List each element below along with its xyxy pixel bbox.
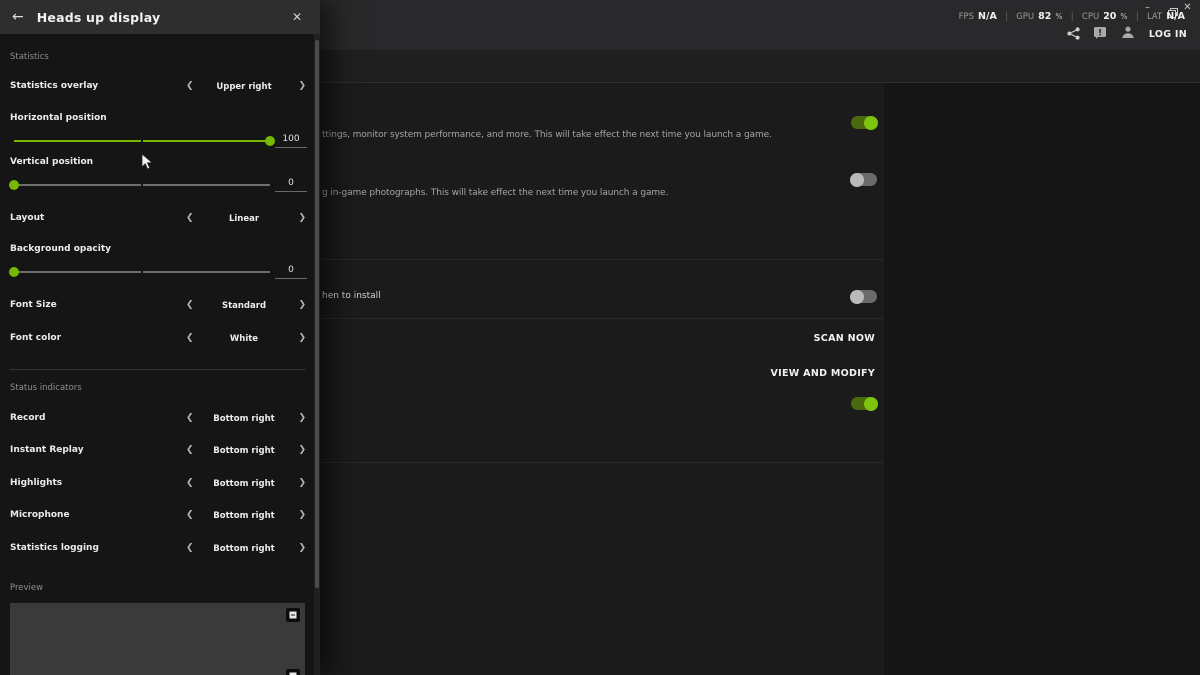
horizontal-position-label: Horizontal position <box>10 113 107 123</box>
scan-now-button[interactable]: SCAN NOW <box>814 333 875 344</box>
chevron-right-icon[interactable]: ❯ <box>298 478 306 488</box>
stats-overlay-preview-icon <box>286 668 300 675</box>
chevron-right-icon[interactable]: ❯ <box>298 81 306 91</box>
background-opacity-slider[interactable] <box>14 267 270 277</box>
overlay-toggle[interactable] <box>851 116 877 129</box>
record-row: Record ❮ Bottom right ❯ <box>10 412 306 426</box>
share-icon[interactable] <box>1067 25 1080 44</box>
settings-content: ttings, monitor system performance, and … <box>320 83 884 675</box>
chevron-left-icon[interactable]: ❮ <box>186 213 194 223</box>
install-setting-label: hen to install <box>322 291 381 301</box>
divider <box>320 462 884 463</box>
header-actions: LOG IN <box>1067 24 1187 44</box>
slider-thumb[interactable] <box>265 136 275 146</box>
fps-stat: FPS N/A <box>959 11 997 22</box>
statistics-overlay-value: Upper right <box>196 82 292 92</box>
close-icon[interactable]: ✕ <box>292 10 302 24</box>
chevron-left-icon[interactable]: ❮ <box>186 510 194 520</box>
panel-header: ← Heads up display ✕ <box>0 0 320 34</box>
chevron-right-icon[interactable]: ❯ <box>298 543 306 553</box>
chevron-left-icon[interactable]: ❮ <box>186 543 194 553</box>
cpu-stat: CPU 20 % <box>1082 11 1128 22</box>
avatar-icon[interactable] <box>1120 24 1136 44</box>
divider <box>320 259 884 260</box>
highlights-row: Highlights ❮ Bottom right ❯ <box>10 477 306 491</box>
font-size-value: Standard <box>196 301 292 311</box>
chevron-left-icon[interactable]: ❮ <box>186 300 194 310</box>
stat-separator: | <box>1136 11 1139 22</box>
section-statistics: Statistics <box>10 52 49 62</box>
section-status-indicators: Status indicators <box>10 383 82 393</box>
latency-stat: LAT N/A <box>1147 11 1185 22</box>
stat-separator: | <box>1071 11 1074 22</box>
font-color-value: White <box>196 334 292 344</box>
overlay-description: ttings, monitor system performance, and … <box>322 130 772 140</box>
statistics-logging-row: Statistics logging ❮ Bottom right ❯ <box>10 542 306 556</box>
chevron-left-icon[interactable]: ❮ <box>186 333 194 343</box>
background-opacity-value[interactable]: 0 <box>275 265 307 279</box>
font-size-row: Font Size ❮ Standard ❯ <box>10 299 306 313</box>
horizontal-position-value[interactable]: 100 <box>275 134 307 148</box>
notification-icon[interactable] <box>1093 25 1107 44</box>
gpu-stat: GPU 82 % <box>1016 11 1062 22</box>
chevron-right-icon[interactable]: ❯ <box>298 413 306 423</box>
statistics-logging-value: Bottom right <box>196 544 292 554</box>
chevron-left-icon[interactable]: ❮ <box>186 413 194 423</box>
vertical-position-label: Vertical position <box>10 157 93 167</box>
system-stats: FPS N/A | GPU 82 % | CPU 20 % | LAT N/A <box>959 11 1185 22</box>
highlights-value: Bottom right <box>196 479 292 489</box>
layout-row: Layout ❮ Linear ❯ <box>10 212 306 226</box>
panel-scrollbar-thumb[interactable] <box>315 40 319 588</box>
photo-mode-toggle[interactable] <box>851 173 877 186</box>
record-value: Bottom right <box>196 414 292 424</box>
chevron-right-icon[interactable]: ❯ <box>298 213 306 223</box>
vertical-position-value[interactable]: 0 <box>275 178 307 192</box>
feature-toggle[interactable] <box>851 397 877 410</box>
microphone-value: Bottom right <box>196 511 292 521</box>
font-color-row: Font color ❮ White ❯ <box>10 332 306 346</box>
slider-thumb[interactable] <box>9 267 19 277</box>
nvidia-app-window: – ✕ FPS N/A | GPU 82 % | CPU 20 % | LAT … <box>0 0 1200 675</box>
chevron-right-icon[interactable]: ❯ <box>298 445 306 455</box>
microphone-row: Microphone ❮ Bottom right ❯ <box>10 509 306 523</box>
section-preview: Preview <box>10 583 43 593</box>
panel-divider <box>10 369 306 370</box>
chevron-right-icon[interactable]: ❯ <box>298 333 306 343</box>
divider <box>320 318 884 319</box>
chevron-left-icon[interactable]: ❮ <box>186 478 194 488</box>
view-and-modify-button[interactable]: VIEW AND MODIFY <box>771 368 875 379</box>
install-toggle[interactable] <box>851 290 877 303</box>
log-in-button[interactable]: LOG IN <box>1149 29 1187 40</box>
vertical-position-slider[interactable] <box>14 180 270 190</box>
stats-overlay-preview-icon <box>286 607 300 621</box>
stat-separator: | <box>1005 11 1008 22</box>
panel-title: Heads up display <box>37 10 292 25</box>
horizontal-position-slider[interactable] <box>14 136 270 146</box>
instant-replay-row: Instant Replay ❮ Bottom right ❯ <box>10 444 306 458</box>
statistics-overlay-row: Statistics overlay ❮ Upper right ❯ <box>10 80 306 94</box>
layout-value: Linear <box>196 214 292 224</box>
photo-description: g in-game photographs. This will take ef… <box>322 188 668 198</box>
chevron-left-icon[interactable]: ❮ <box>186 445 194 455</box>
instant-replay-value: Bottom right <box>196 446 292 456</box>
chevron-left-icon[interactable]: ❮ <box>186 81 194 91</box>
chevron-right-icon[interactable]: ❯ <box>298 300 306 310</box>
preview-box <box>10 603 305 675</box>
back-icon[interactable]: ← <box>12 9 24 25</box>
slider-thumb[interactable] <box>9 180 19 190</box>
chevron-right-icon[interactable]: ❯ <box>298 510 306 520</box>
background-opacity-label: Background opacity <box>10 244 111 254</box>
heads-up-display-panel: ← Heads up display ✕ Statistics Statisti… <box>0 0 320 675</box>
